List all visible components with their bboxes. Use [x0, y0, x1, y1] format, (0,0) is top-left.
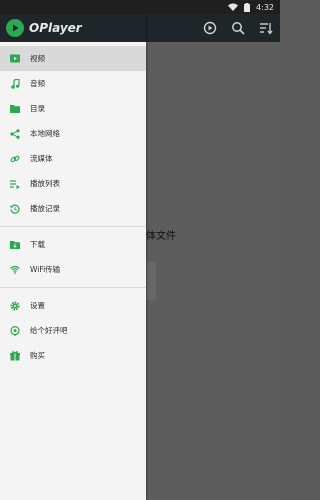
menu-item-settings[interactable]: 设置 — [0, 293, 146, 318]
menu-item-streaming[interactable]: 流媒体 — [0, 146, 146, 171]
menu-label: 本地网络 — [30, 129, 60, 138]
menu-item-folders[interactable]: 目录 — [0, 96, 146, 121]
menu-label: 流媒体 — [30, 154, 53, 163]
playlist-icon — [10, 179, 20, 189]
gift-icon — [10, 350, 20, 361]
sort-icon[interactable] — [258, 20, 274, 36]
video-icon — [10, 54, 20, 64]
menu-item-playlists[interactable]: 播放列表 — [0, 171, 146, 196]
status-time: 4:32 — [256, 2, 274, 12]
wifi-signal-icon — [228, 2, 239, 12]
menu-label: 目录 — [30, 104, 45, 113]
folder-icon — [10, 104, 20, 114]
rate-icon — [10, 325, 20, 336]
menu-item-history[interactable]: 播放记录 — [0, 196, 146, 221]
app-logo-icon — [6, 19, 24, 37]
menu-label: 播放列表 — [30, 179, 60, 188]
menu-label: 视频 — [30, 54, 45, 63]
menu-label: 设置 — [30, 301, 45, 310]
history-icon — [10, 204, 20, 214]
menu-divider — [0, 287, 146, 288]
menu-label: WiFi传输 — [30, 265, 61, 274]
menu-item-downloads[interactable]: 下载 — [0, 232, 146, 257]
menu-label: 给个好评吧 — [30, 326, 68, 335]
gear-icon — [10, 300, 20, 311]
menu-item-purchase[interactable]: 购买 — [0, 343, 146, 368]
link-icon — [10, 154, 20, 164]
menu-item-video[interactable]: 视频 — [0, 46, 146, 71]
app-title: OPlayer — [29, 21, 82, 35]
toolbar-actions — [202, 14, 274, 42]
navigation-drawer: OPlayer 视频 音频 目录 本地网络 流媒体 播放列表 播放记录 下载 W… — [0, 14, 146, 500]
status-bar: 4:32 — [0, 0, 280, 14]
menu-label: 播放记录 — [30, 204, 60, 213]
menu-item-audio[interactable]: 音频 — [0, 71, 146, 96]
menu-label: 下载 — [30, 240, 45, 249]
music-note-icon — [10, 78, 20, 89]
empty-state-illustration — [146, 262, 156, 300]
menu-item-local-network[interactable]: 本地网络 — [0, 121, 146, 146]
search-icon[interactable] — [230, 20, 246, 36]
recent-play-icon[interactable] — [202, 20, 218, 36]
download-folder-icon — [10, 240, 20, 250]
wifi-icon — [10, 265, 20, 275]
drawer-header: OPlayer — [0, 14, 146, 42]
share-icon — [10, 128, 20, 139]
menu-divider — [0, 226, 146, 227]
menu-item-rate-us[interactable]: 给个好评吧 — [0, 318, 146, 343]
menu-label: 音频 — [30, 79, 45, 88]
menu-label: 购买 — [30, 351, 45, 360]
battery-icon — [242, 2, 252, 12]
menu-item-wifi-transfer[interactable]: WiFi传输 — [0, 257, 146, 282]
empty-state-text: 体文件 — [146, 231, 176, 242]
drawer-menu: 视频 音频 目录 本地网络 流媒体 播放列表 播放记录 下载 WiFi传输 设置… — [0, 42, 146, 368]
